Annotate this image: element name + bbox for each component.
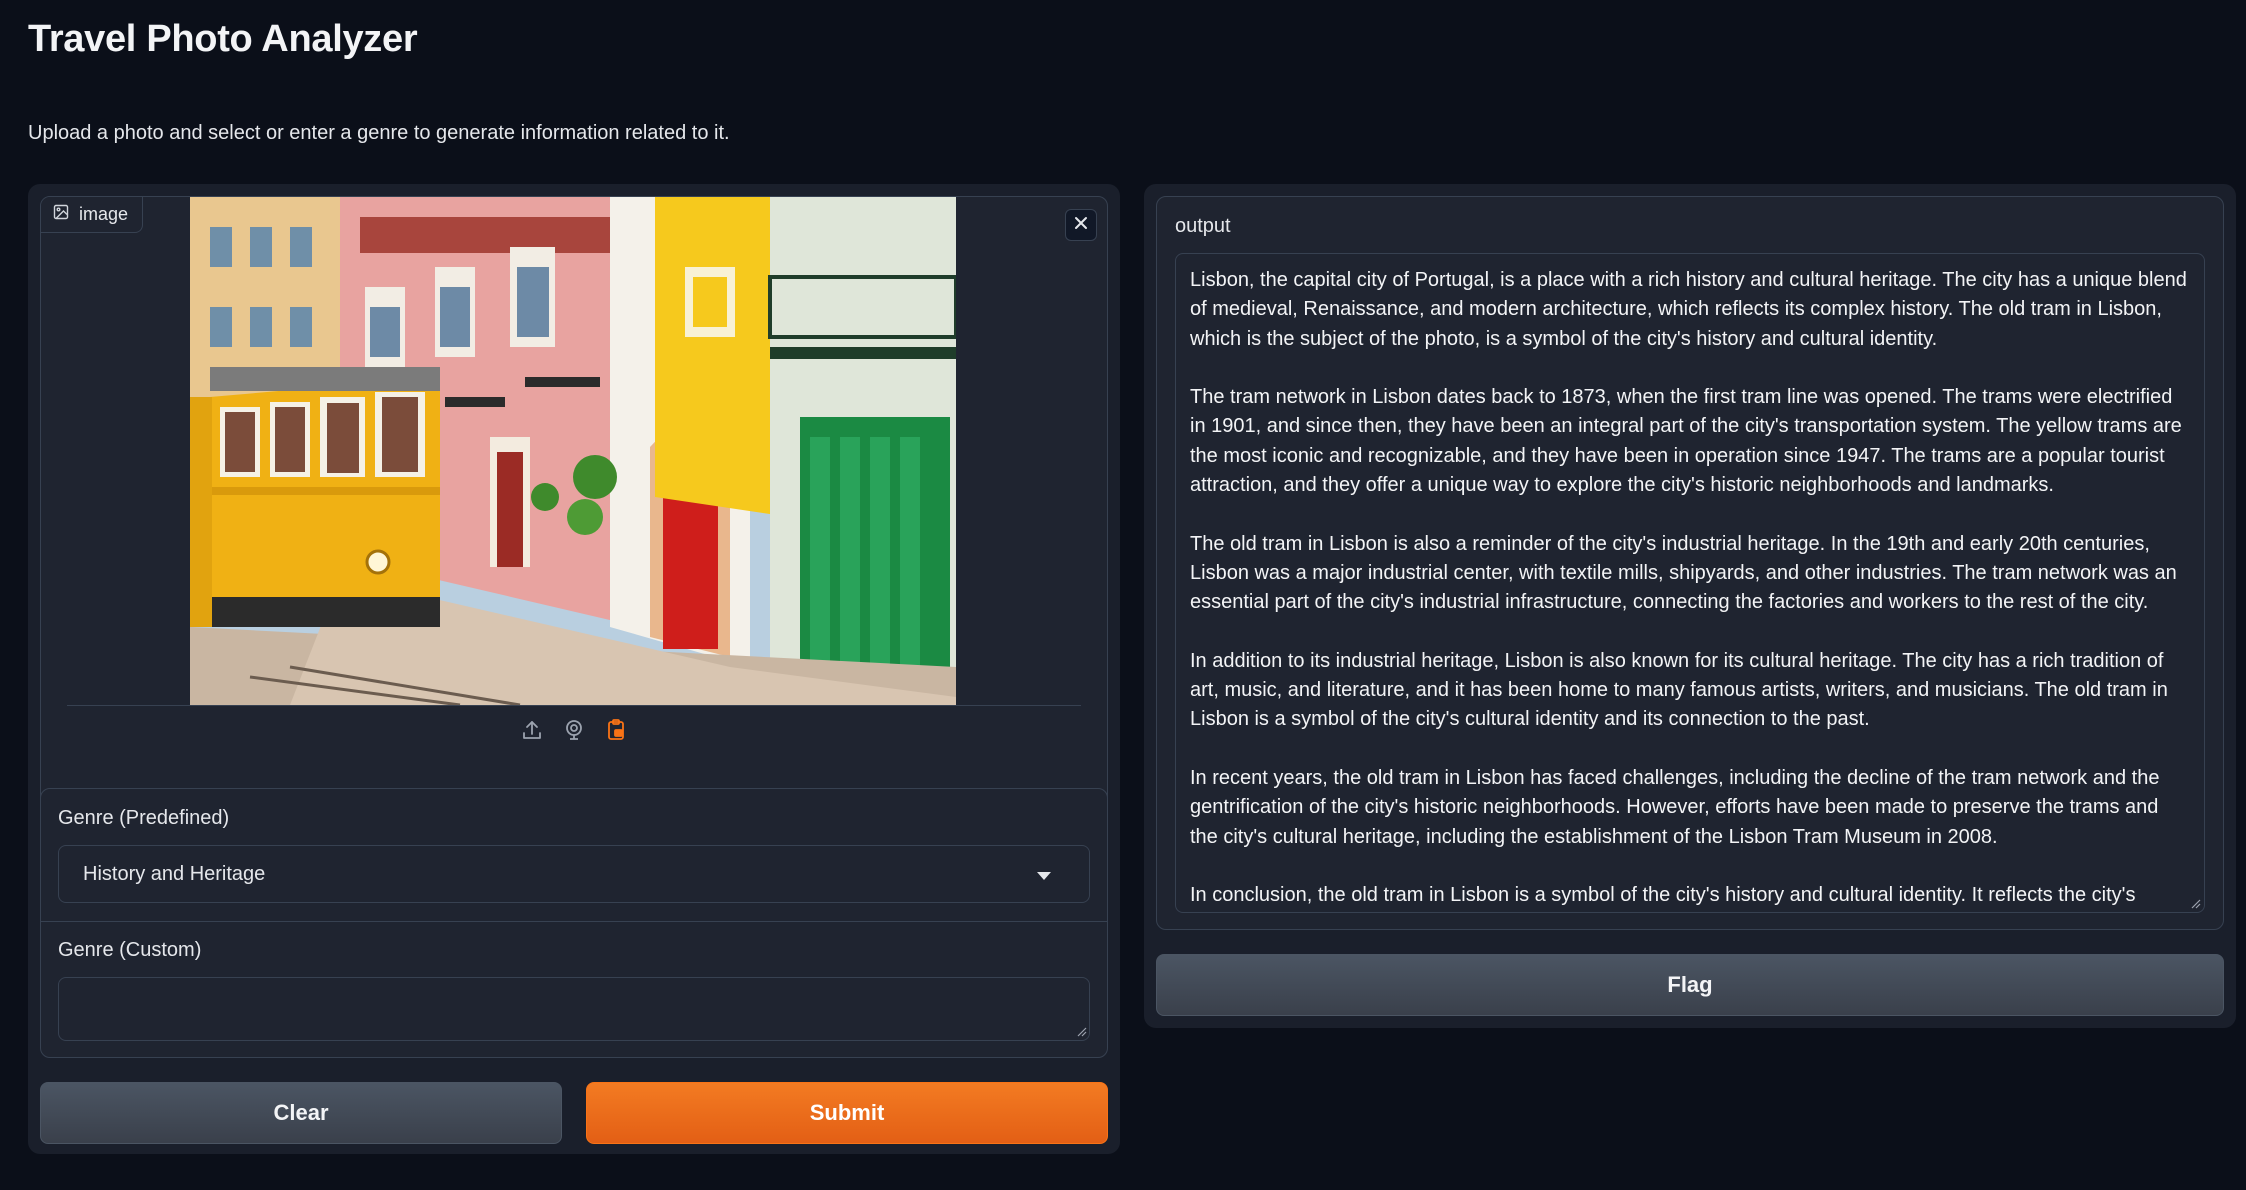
image-label-badge: image [41, 197, 144, 233]
genre-predefined-value: History and Heritage [83, 862, 266, 885]
output-label: output [1175, 215, 1231, 237]
clear-image-button[interactable] [1065, 209, 1097, 241]
input-panel: image Genre (Predefined) History and Her… [28, 184, 1120, 1154]
resize-grip-icon[interactable] [1075, 1025, 1087, 1037]
submit-button[interactable]: Submit [586, 1082, 1108, 1144]
resize-grip-icon[interactable] [2189, 897, 2201, 909]
chevron-down-icon [1037, 872, 1051, 880]
image-icon [53, 204, 69, 225]
image-source-toolbar [41, 718, 1107, 749]
image-label: image [79, 204, 129, 224]
page-description: Upload a photo and select or enter a gen… [28, 122, 730, 144]
output-panel: output Lisbon, the capital city of Portu… [1144, 184, 2236, 1028]
image-divider [67, 705, 1081, 706]
genre-predefined-label: Genre (Predefined) [58, 807, 230, 829]
clipboard-button[interactable] [603, 718, 629, 747]
uploaded-photo [190, 197, 956, 705]
genre-divider [41, 921, 1107, 922]
genre-settings: Genre (Predefined) History and Heritage … [40, 788, 1108, 1058]
flag-button[interactable]: Flag [1156, 954, 2224, 1016]
clipboard-icon [604, 718, 628, 747]
upload-icon [520, 718, 544, 747]
genre-custom-label: Genre (Custom) [58, 939, 202, 961]
app-page: Travel Photo Analyzer Upload a photo and… [0, 0, 2246, 1190]
output-block: output Lisbon, the capital city of Portu… [1156, 196, 2224, 930]
close-icon [1074, 216, 1088, 235]
output-textbox[interactable]: Lisbon, the capital city of Portugal, is… [1175, 253, 2205, 913]
clear-button[interactable]: Clear [40, 1082, 562, 1144]
upload-button[interactable] [519, 719, 545, 745]
page-title: Travel Photo Analyzer [28, 18, 418, 60]
webcam-button[interactable] [561, 719, 587, 745]
genre-custom-input[interactable] [58, 977, 1090, 1041]
genre-predefined-dropdown[interactable]: History and Heritage [58, 845, 1090, 903]
webcam-icon [562, 718, 586, 747]
